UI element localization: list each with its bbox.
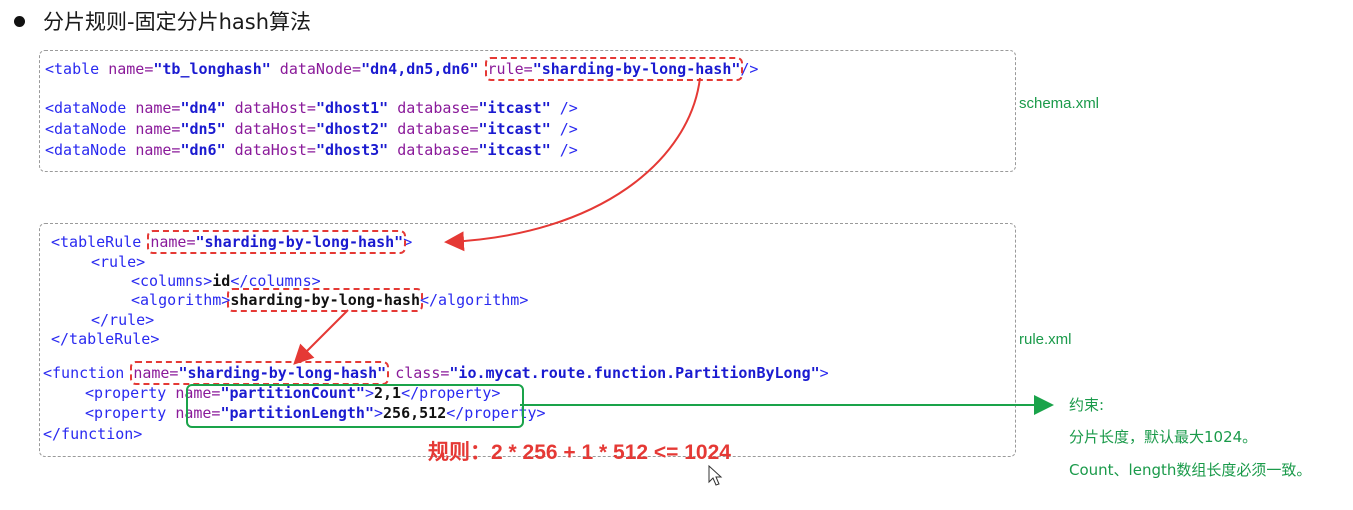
function-open-line: <function name="sharding-by-long-hash" c… [43, 361, 829, 385]
constraint-line-2: Count、length数组长度必须一致。 [1069, 461, 1312, 479]
rule-open-line: <rule> [91, 253, 146, 271]
rule-close-line: </rule> [91, 311, 155, 329]
tablerule-close-line: </tableRule> [51, 330, 160, 348]
tablerule-name-highlight: name="sharding-by-long-hash" [147, 230, 407, 254]
tablerule-open-line: <tableRule name="sharding-by-long-hash"> [51, 230, 413, 254]
page-title: 分片规则-固定分片hash算法 [43, 10, 312, 34]
function-close-line: </function> [43, 425, 143, 443]
algorithm-line: <algorithm>sharding-by-long-hash</algori… [131, 288, 529, 312]
constraint-title: 约束: [1069, 396, 1105, 414]
rule-file-label: rule.xml [1019, 331, 1072, 348]
datanode-line-1: <dataNode name="dn4" dataHost="dhost1" d… [45, 99, 578, 117]
rule-attr-highlight: rule="sharding-by-long-hash" [484, 57, 744, 81]
cursor-icon [708, 464, 723, 486]
schema-table-line: <table name="tb_longhash" dataNode="dn4,… [45, 57, 759, 81]
datanode-line-2: <dataNode name="dn5" dataHost="dhost2" d… [45, 120, 578, 138]
bullet-icon [14, 15, 25, 27]
rule-formula: 规则：2 * 256 + 1 * 512 <= 1024 [428, 441, 731, 464]
function-name-highlight: name="sharding-by-long-hash" [130, 361, 390, 385]
columns-line: <columns>id</columns> [131, 272, 321, 290]
properties-highlight-box [186, 384, 524, 428]
algorithm-value-highlight: sharding-by-long-hash [227, 288, 423, 312]
datanode-line-3: <dataNode name="dn6" dataHost="dhost3" d… [45, 141, 578, 159]
constraint-line-1: 分片长度，默认最大1024。 [1069, 428, 1258, 446]
section-heading: 分片规则-固定分片hash算法 [14, 6, 311, 36]
schema-file-label: schema.xml [1019, 95, 1100, 112]
